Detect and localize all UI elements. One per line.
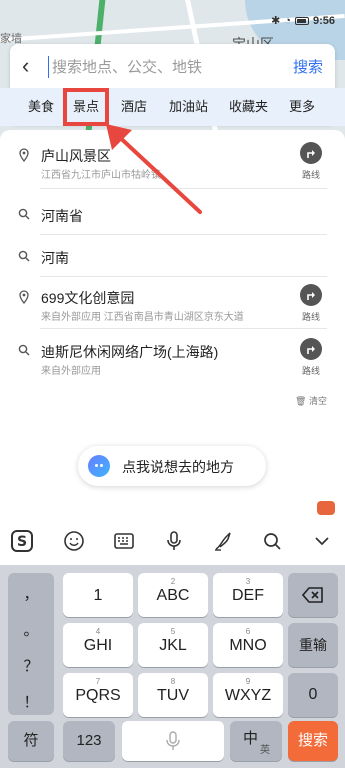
key-tuv[interactable]: 8 TUV [138,673,208,717]
result-source: 来自外部应用 [41,366,101,377]
voice-assistant-icon [88,455,110,477]
turn-right-icon [307,150,315,158]
microphone-icon[interactable] [162,529,186,553]
clear-history-button[interactable]: 🗑 清空 [295,394,327,407]
search-icon [18,208,30,220]
battery-icon [294,16,309,25]
svg-text:S: S [17,534,27,550]
voice-prompt-text: 点我说想去的地方 [122,459,234,475]
punct-comma-key[interactable]: ， [8,583,54,604]
route-label: 路线 [301,366,320,376]
category-food[interactable]: 美食 [28,88,54,126]
key-mno[interactable]: 6 MNO [213,623,283,667]
search-button[interactable]: 搜索 [293,56,323,77]
space-key[interactable] [122,721,224,761]
voice-search-button[interactable]: 点我说想去的地方 [78,446,266,486]
annotation-arrow [106,124,202,214]
sogou-logo-icon[interactable]: S [10,529,34,553]
ime-mascot-icon[interactable] [317,501,335,515]
search-icon [18,344,30,356]
search-input[interactable] [48,56,278,78]
microphone-icon [166,731,180,750]
search-icon [18,250,30,262]
location-pin-icon [19,148,29,162]
key-pqrs[interactable]: 7 PQRS [63,673,133,717]
route-label: 路线 [301,312,320,322]
number-key[interactable]: 123 [63,721,115,761]
status-bar: ✱ ◔ 9:56 [0,14,345,34]
punct-question-key[interactable]: ？ [8,655,54,676]
punct-exclaim-key[interactable]: ！ [8,691,54,712]
bluetooth-icon: ✱ [271,15,281,27]
key-jkl[interactable]: 5 JKL [138,623,208,667]
location-pin-icon [19,290,29,304]
chevron-down-icon[interactable] [310,529,334,553]
punctuation-column[interactable]: ， 。 ？ ！ [8,573,54,715]
key-wxyz[interactable]: 9 WXYZ [213,673,283,717]
trash-icon: 🗑 [295,396,307,406]
emoji-icon[interactable] [62,529,86,553]
retype-key[interactable]: 重输 [288,623,338,667]
result-title: 迪斯尼休闲网络广场(上海路) [41,344,219,360]
search-row: ‹ 搜索 [10,44,335,88]
search-enter-key[interactable]: 搜索 [288,721,338,761]
route-button[interactable]: 路线 [298,338,324,377]
clear-label: 清空 [308,396,327,406]
backspace-key[interactable] [288,573,338,617]
punct-period-key[interactable]: 。 [8,619,54,640]
divider [40,276,327,277]
key-abc[interactable]: 2 ABC [138,573,208,617]
backspace-icon [302,587,323,603]
route-button[interactable]: 路线 [298,142,324,181]
key-1[interactable]: 1 [63,573,133,617]
category-more[interactable]: 更多 [289,88,315,126]
result-title: 河南 [41,250,69,266]
keyboard-layout-icon[interactable] [112,529,136,553]
status-time: 9:56 [312,14,335,27]
keyboard: ， 。 ？ ！ 1 2 ABC 3 DEF 4 GHI 5 JKL 6 MNO 重输 7P… [0,565,345,768]
route-button[interactable]: 路线 [298,284,324,323]
turn-right-icon [307,292,315,300]
search-icon[interactable] [260,529,284,553]
key-0[interactable]: 0 [288,673,338,717]
route-label: 路线 [301,170,320,180]
symbol-key[interactable]: 符 [8,721,54,761]
alarm-icon: ◔ [284,14,291,27]
search-card: ‹ 搜索 美食 景点 酒店 加油站 收藏夹 更多 [0,44,345,126]
divider [40,234,327,235]
category-favorites[interactable]: 收藏夹 [229,88,268,126]
turn-right-icon [307,346,315,354]
key-ghi[interactable]: 4 GHI [63,623,133,667]
keyboard-toolbar: S [0,495,345,565]
key-def[interactable]: 3 DEF [213,573,283,617]
handwriting-icon[interactable] [212,529,236,553]
back-arrow-icon[interactable]: ‹ [22,55,42,77]
divider [40,328,327,329]
result-address: 来自外部应用 江西省南昌市青山湖区京东大道 [41,312,244,323]
result-title: 河南省 [41,208,83,224]
result-title: 699文化创意园 [41,290,135,306]
language-switch-key[interactable]: 中 英 [230,721,282,761]
